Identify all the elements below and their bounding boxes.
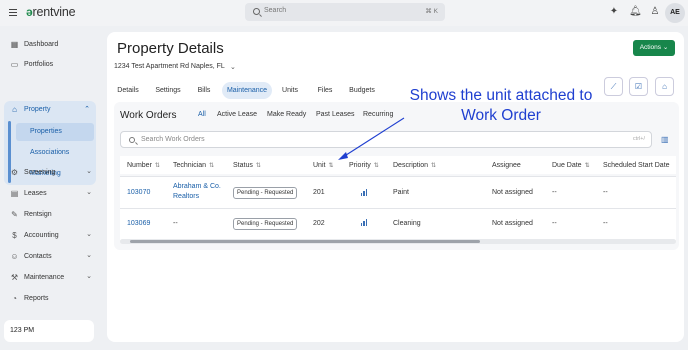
annotation-arrow <box>338 117 405 160</box>
